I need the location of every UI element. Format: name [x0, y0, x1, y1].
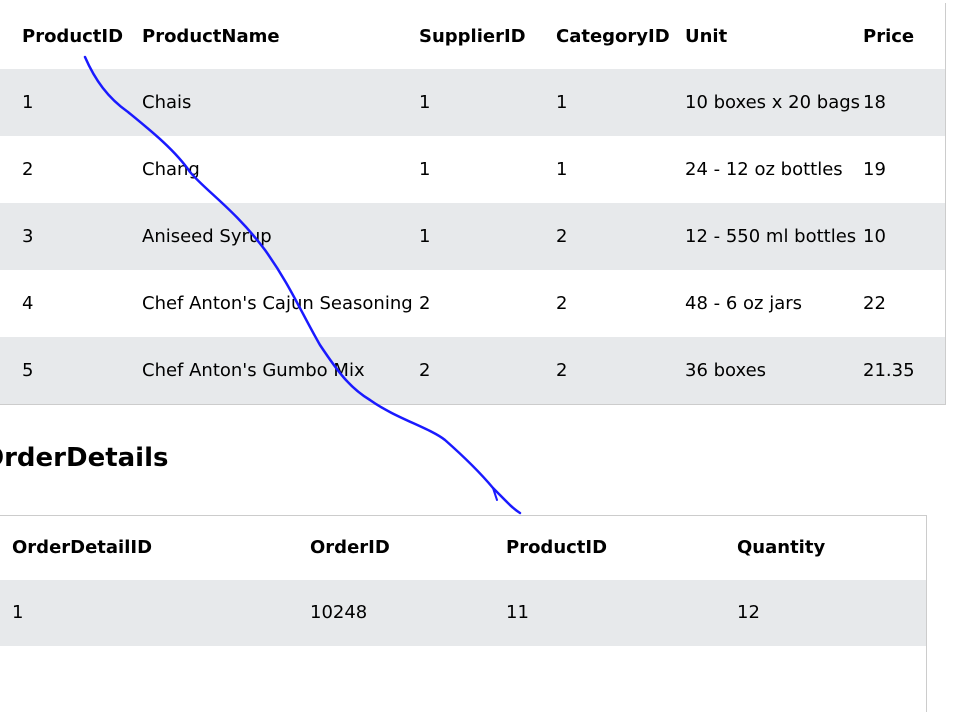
column-header-productid: ProductID: [506, 537, 608, 559]
orderdetails-table: OrderDetailID OrderID ProductID Quantity…: [0, 515, 927, 712]
cell-supplierid: 1: [419, 226, 431, 247]
column-header-supplierid: SupplierID: [419, 25, 526, 47]
cell-productid: 3: [22, 226, 34, 247]
column-header-unit: Unit: [685, 25, 728, 47]
cell-unit: 12 - 550 ml bottles: [685, 226, 857, 247]
cell-categoryid: 2: [556, 359, 568, 381]
cell-quantity: 12: [737, 602, 760, 623]
column-header-orderdetailid: OrderDetailID: [12, 537, 153, 559]
table-row: 2 Chang 1 1 24 - 12 oz bottles 19: [0, 136, 945, 203]
table-row: 4 Chef Anton's Cajun Seasoning 2 2 48 - …: [0, 270, 945, 337]
cell-price: 19: [863, 159, 886, 180]
cell-productid: 4: [22, 293, 34, 314]
cell-categoryid: 2: [556, 293, 568, 314]
cell-categoryid: 1: [556, 159, 568, 180]
products-table: ProductID ProductName SupplierID Categor…: [0, 3, 946, 405]
table-row: [0, 646, 926, 712]
cell-empty: [725, 646, 926, 712]
column-header-quantity: Quantity: [737, 537, 826, 559]
cell-unit: 24 - 12 oz bottles: [685, 159, 843, 180]
column-header-categoryid: CategoryID: [556, 25, 670, 47]
cell-unit: 48 - 6 oz jars: [685, 293, 803, 314]
cell-supplierid: 2: [419, 293, 431, 314]
table-row: 1 Chais 1 1 10 boxes x 20 bags 18: [0, 69, 945, 136]
connector-tail-flick: [492, 487, 498, 501]
cell-productid: 2: [22, 159, 34, 180]
cell-empty: [0, 646, 298, 712]
cell-supplierid: 1: [419, 92, 431, 113]
cell-supplierid: 1: [419, 159, 431, 180]
cell-orderid: 10248: [310, 602, 368, 623]
cell-productid: 5: [22, 359, 34, 381]
table-row: 3 Aniseed Syrup 1 2 12 - 550 ml bottles …: [0, 203, 945, 270]
cell-price: 21.35: [863, 359, 915, 381]
cell-orderdetailid: 1: [12, 602, 24, 623]
cell-categoryid: 2: [556, 226, 568, 247]
table-row: 1 10248 11 12: [0, 579, 926, 646]
cell-productid: 11: [506, 602, 529, 623]
cell-productname: Chef Anton's Cajun Seasoning: [142, 293, 413, 314]
cell-price: 18: [863, 92, 886, 113]
products-header-row: ProductID ProductName SupplierID Categor…: [0, 3, 945, 69]
column-header-price: Price: [863, 25, 915, 47]
column-header-orderid: OrderID: [310, 537, 390, 559]
table-row: 5 Chef Anton's Gumbo Mix 2 2 36 boxes 21…: [0, 337, 945, 404]
cell-unit: 36 boxes: [685, 359, 767, 381]
cell-categoryid: 1: [556, 92, 568, 113]
cell-unit: 10 boxes x 20 bags: [685, 92, 861, 113]
cell-supplierid: 2: [419, 359, 431, 381]
cell-productname: Aniseed Syrup: [142, 226, 272, 247]
cell-productname: Chais: [142, 92, 192, 113]
section-title-orderdetails: OrderDetails: [0, 443, 169, 473]
cell-empty: [298, 646, 494, 712]
cell-productname: Chef Anton's Gumbo Mix: [142, 359, 365, 381]
cell-empty: [494, 646, 725, 712]
cell-productid: 1: [22, 92, 34, 113]
cell-productname: Chang: [142, 159, 200, 180]
cell-price: 22: [863, 293, 886, 314]
orderdetails-header-row: OrderDetailID OrderID ProductID Quantity: [0, 516, 926, 580]
cell-price: 10: [863, 226, 886, 247]
column-header-productname: ProductName: [142, 25, 280, 47]
column-header-productid: ProductID: [22, 25, 124, 47]
